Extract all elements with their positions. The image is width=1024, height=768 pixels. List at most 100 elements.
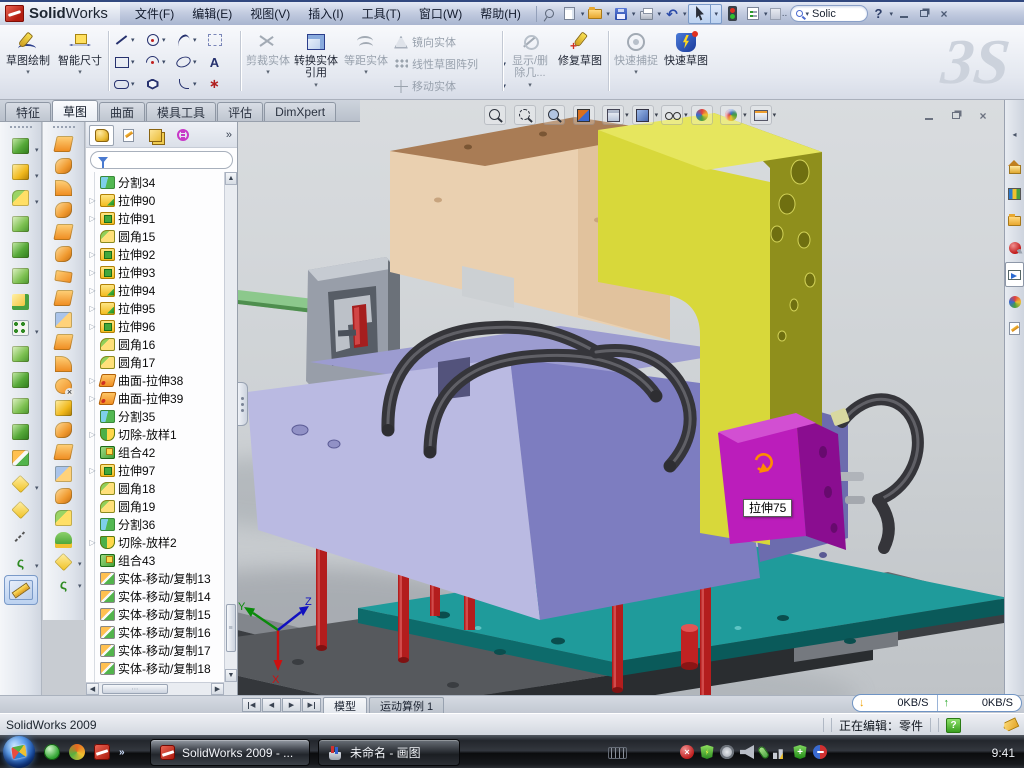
toolbar-button[interactable]: ▾ [2,263,40,289]
hud-view-icon[interactable] [691,105,713,125]
toolbar-button[interactable]: ▾ [45,331,83,353]
sprue-bushing-part[interactable] [238,257,400,396]
undo-icon[interactable]: ↶ [663,4,681,24]
scroll-right-icon[interactable]: ▶ [211,683,224,695]
chevron-down-icon[interactable]: ▾ [131,36,135,44]
design-checker-icon[interactable] [744,4,762,24]
sketch-entity-icon[interactable] [112,54,131,71]
expand-arrow-icon[interactable]: ▷ [88,286,97,295]
tree-item[interactable]: ▷ 圆角18 [86,479,224,497]
study-nav-button[interactable]: ▶ [282,698,301,712]
tree-item[interactable]: ▷ 分割35 [86,407,224,425]
menu-item[interactable]: 帮助(H) [471,2,530,25]
tab-propertymanager[interactable] [116,125,141,146]
toolbar-button[interactable]: ▾ [45,353,83,375]
sketch-entity-icon[interactable] [205,76,224,93]
sketch-entity-icon[interactable] [143,76,162,93]
tree-item[interactable]: ▷ 组合43 [86,551,224,569]
hud-view-icon[interactable] [720,105,742,125]
expand-arrow-icon[interactable]: ▷ [88,304,97,313]
tree-filter-input[interactable] [90,151,233,169]
command-tab[interactable]: DimXpert [264,102,336,121]
tab-solidworks-community[interactable] [1005,235,1024,260]
toolbar-button[interactable]: ▾ [4,575,38,605]
sketch-entity-icon[interactable] [143,54,162,71]
rapid-sketch-button[interactable]: 快速草图 [662,27,710,67]
tree-item[interactable]: ▷ 实体-移动/复制15 [86,605,224,623]
study-nav-button[interactable]: ◀ [242,698,261,712]
toolbar-button[interactable]: ▾ [2,237,40,263]
command-tab[interactable]: 曲面 [99,102,145,121]
tab-view-palette[interactable] [1005,262,1024,287]
tree-item[interactable]: ▷ 拉伸96 [86,317,224,335]
doc-close-button[interactable]: × [974,108,992,123]
tray-icon[interactable] [740,745,754,759]
toolbar-button[interactable]: ▾ [2,315,40,341]
toolbar-grip[interactable] [53,126,75,130]
scroll-down-icon[interactable]: ▼ [225,669,237,682]
tab-configurationmanager[interactable] [143,125,168,146]
taskbar-clock[interactable]: 9:41 [992,746,1015,760]
tree-item[interactable]: ▷ 拉伸97 [86,461,224,479]
minimize-button[interactable] [895,6,913,21]
sketch-button[interactable]: 草图绘制▾ [4,27,52,76]
traffic-light-icon[interactable] [724,4,742,24]
tree-vertical-scrollbar[interactable]: ▲ ≡ ▼ [224,172,237,682]
tray-icon[interactable] [757,745,770,760]
tree-item[interactable]: ▷ 实体-移动/复制18 [86,659,224,677]
scroll-up-icon[interactable]: ▲ [225,172,237,185]
expand-arrow-icon[interactable]: ▷ [88,376,97,385]
tree-item[interactable]: ▷ 组合42 [86,443,224,461]
chevron-down-icon[interactable]: ▾ [131,80,135,88]
expand-arrow-icon[interactable]: ▷ [88,214,97,223]
toolbar-button[interactable]: ▾ [2,367,40,393]
expand-arrow-icon[interactable]: ▷ [88,196,97,205]
chevron-down-icon[interactable]: ▾ [773,111,777,119]
tab-model[interactable]: 模型 [323,697,367,713]
panel-overflow[interactable]: » [226,129,234,141]
tag-icon[interactable] [1002,717,1020,732]
tree-item[interactable]: ▷ 拉伸92 [86,245,224,263]
chevron-down-icon[interactable]: ▾ [131,58,135,66]
tab-motion-study[interactable]: 运动算例 1 [369,697,444,713]
toolbar-button[interactable]: ▾ [45,265,83,287]
tray-icon[interactable] [700,745,714,759]
toolbar-button[interactable]: ▾ [2,393,40,419]
tree-item[interactable]: ▷ 实体-移动/复制17 [86,641,224,659]
tree-item[interactable]: ▷ 曲面-拉伸38 [86,371,224,389]
toolbar-button[interactable]: ▾ [45,419,83,441]
study-nav-button[interactable]: ◀ [262,698,281,712]
chevron-down-icon[interactable]: ▾ [35,146,39,154]
convert-entities-button[interactable]: 转换实体引用▾ [292,27,340,89]
doc-minimize-button[interactable] [920,108,938,123]
hud-view-icon[interactable] [573,105,595,125]
language-keyboard-icon[interactable] [608,747,627,759]
command-tab[interactable]: 特征 [5,102,51,121]
menu-item[interactable]: 插入(I) [299,2,352,25]
toolbar-button[interactable]: ▾ [2,133,40,159]
menu-item[interactable]: 视图(V) [241,2,299,25]
toolbar-button[interactable]: ▾ [2,471,40,497]
chevron-down-icon[interactable]: ▾ [35,172,39,180]
toolbar-button[interactable]: ▾ [2,419,40,445]
close-button[interactable]: × [935,6,953,21]
tree-item[interactable]: ▷ 分割36 [86,515,224,533]
tray-icon[interactable] [773,745,787,759]
smart-dimension-button[interactable]: 智能尺寸▾ [56,27,104,76]
quick-launch-icon[interactable] [69,744,85,760]
menu-item[interactable]: 工具(T) [353,2,410,25]
quick-launch-icon[interactable] [94,744,110,760]
open-icon[interactable] [586,4,604,24]
tab-file-explorer[interactable] [1005,208,1024,233]
start-button[interactable] [3,736,35,768]
tab-solidworks-resources[interactable] [1005,154,1024,179]
expand-arrow-icon[interactable]: ▷ [88,430,97,439]
menu-item[interactable]: 文件(F) [126,2,183,25]
tab-dimxpertmanager[interactable] [170,125,195,146]
sketch-entity-icon[interactable] [205,54,224,71]
toolbar-button[interactable]: ▾ [45,397,83,419]
toolbar-button[interactable]: ▾ [2,211,40,237]
repair-sketch-button[interactable]: 修复草图 [556,27,604,67]
scroll-thumb[interactable]: ⋯ [102,684,168,694]
toolbar-button[interactable]: ▾ [45,287,83,309]
